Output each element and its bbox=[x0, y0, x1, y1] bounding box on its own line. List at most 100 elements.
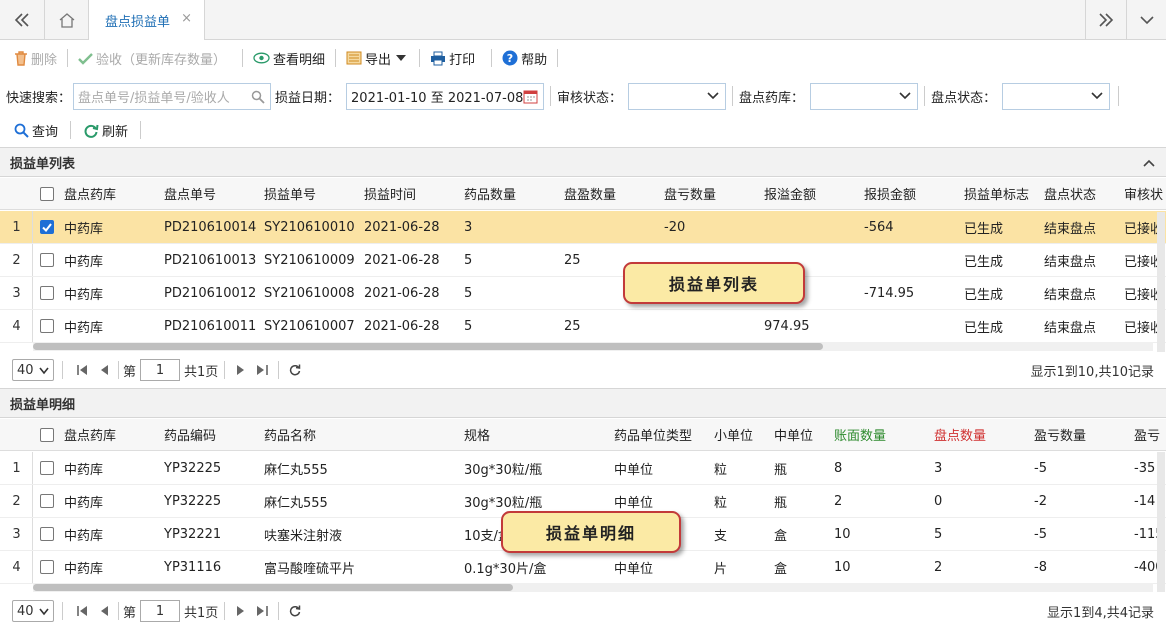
home-tab[interactable] bbox=[45, 0, 88, 39]
row-checkbox[interactable] bbox=[40, 220, 54, 234]
page-number-input[interactable]: 1 bbox=[140, 600, 181, 622]
table-cell bbox=[864, 244, 960, 276]
next-page-button[interactable] bbox=[237, 606, 245, 616]
row-checkbox[interactable] bbox=[40, 253, 54, 267]
reload-button[interactable] bbox=[289, 364, 301, 376]
select-all-cell[interactable] bbox=[40, 178, 54, 209]
table-cell: 5 bbox=[464, 252, 473, 268]
row-checkbox[interactable] bbox=[40, 527, 54, 541]
select-all-checkbox[interactable] bbox=[40, 186, 54, 201]
print-button[interactable]: 打印 bbox=[428, 46, 477, 70]
select-all-checkbox[interactable] bbox=[40, 427, 54, 442]
refresh-button[interactable]: 刷新 bbox=[81, 118, 130, 142]
first-page-button[interactable] bbox=[77, 606, 88, 616]
tab-menu-dropdown-button[interactable] bbox=[1127, 0, 1166, 39]
row-checkbox-cell[interactable] bbox=[40, 551, 54, 583]
last-page-button[interactable] bbox=[257, 606, 269, 616]
delete-button[interactable]: 删除 bbox=[12, 46, 59, 70]
column-header[interactable]: 盘点状态 bbox=[1044, 178, 1122, 209]
table-row[interactable]: 3 中药库 PD210610012 SY210610008 2021-06-28 5 -71… bbox=[0, 277, 1166, 310]
table-row[interactable]: 4 中药库 PD210610011 SY210610007 2021-06-28 5 25 9… bbox=[0, 310, 1166, 343]
column-header[interactable]: 药品编码 bbox=[164, 419, 260, 450]
inventory-status-select[interactable] bbox=[1002, 82, 1111, 110]
table-row[interactable]: 2 中药库 PD210610013 SY210610009 2021-06-28 5 25 已… bbox=[0, 244, 1166, 277]
row-checkbox-cell[interactable] bbox=[40, 277, 54, 309]
collapse-icon[interactable] bbox=[1143, 159, 1155, 167]
list-vertical-scrollbar[interactable] bbox=[1157, 212, 1165, 352]
detail-callout-text: 损益单明细 bbox=[545, 524, 636, 543]
page-size-select[interactable]: 40 bbox=[12, 359, 54, 381]
table-cell: 中单位 bbox=[614, 462, 654, 478]
close-tab-icon[interactable]: × bbox=[181, 11, 192, 26]
first-page-button[interactable] bbox=[77, 365, 88, 375]
scroll-tabs-right-button[interactable] bbox=[1086, 0, 1126, 39]
column-header[interactable]: 损益单标志 bbox=[964, 178, 1042, 209]
column-header[interactable]: 药品单位类型 bbox=[614, 419, 710, 450]
row-checkbox-cell[interactable] bbox=[40, 452, 54, 484]
column-header[interactable]: 损益时间 bbox=[364, 178, 460, 209]
chevron-down-icon bbox=[1091, 91, 1103, 99]
detail-vertical-scrollbar[interactable] bbox=[1157, 452, 1165, 592]
action-bar: 查询 刷新 bbox=[0, 116, 151, 144]
table-cell: 5 bbox=[934, 526, 943, 542]
warehouse-select[interactable] bbox=[810, 82, 919, 110]
quick-search-input[interactable]: 盘点单号/损益单号/验收人 bbox=[73, 82, 272, 110]
detail-scroll-thumb[interactable] bbox=[33, 584, 513, 591]
page-size-select[interactable]: 40 bbox=[12, 600, 54, 622]
column-header[interactable]: 报损金额 bbox=[864, 178, 960, 209]
tab-inventory-loss-profit[interactable]: 盘点损益单 × bbox=[88, 0, 205, 40]
row-checkbox[interactable] bbox=[40, 319, 54, 333]
page-number-input[interactable]: 1 bbox=[140, 359, 181, 381]
list-horizontal-scrollbar[interactable] bbox=[33, 342, 1153, 351]
table-cell: 2 bbox=[834, 493, 843, 509]
row-checkbox[interactable] bbox=[40, 286, 54, 300]
prev-page-icon bbox=[101, 365, 108, 375]
approve-button[interactable]: 验收（更新库存数量） bbox=[76, 46, 228, 70]
row-checkbox-cell[interactable] bbox=[40, 518, 54, 550]
column-header[interactable]: 盘盈数量 bbox=[564, 178, 660, 209]
reload-button[interactable] bbox=[289, 605, 301, 617]
select-all-cell[interactable] bbox=[40, 419, 54, 450]
export-button[interactable]: 导出 bbox=[344, 46, 411, 70]
column-header[interactable]: 药品数量 bbox=[464, 178, 560, 209]
column-header[interactable]: 报溢金额 bbox=[764, 178, 860, 209]
column-header[interactable]: 损益单号 bbox=[264, 178, 360, 209]
column-header[interactable]: 审核状 bbox=[1124, 178, 1164, 209]
audit-status-select[interactable] bbox=[628, 82, 727, 110]
row-checkbox[interactable] bbox=[40, 494, 54, 508]
detail-horizontal-scrollbar[interactable] bbox=[33, 583, 1153, 592]
column-header[interactable]: 盈亏 bbox=[1134, 419, 1164, 450]
column-header[interactable]: 盈亏数量 bbox=[1034, 419, 1130, 450]
column-header[interactable]: 中单位 bbox=[774, 419, 830, 450]
column-header[interactable]: 盘点药库 bbox=[64, 178, 160, 209]
date-range-input[interactable]: 2021-01-10 至 2021-07-08 bbox=[346, 82, 545, 110]
row-checkbox-cell[interactable] bbox=[40, 244, 54, 276]
last-page-button[interactable] bbox=[257, 365, 269, 375]
column-header[interactable]: 盘点数量 bbox=[934, 419, 1030, 450]
column-header[interactable]: 药品名称 bbox=[264, 419, 460, 450]
scroll-tabs-left-button[interactable] bbox=[0, 0, 44, 39]
total-pages-label: 共1页 bbox=[184, 605, 219, 621]
row-checkbox[interactable] bbox=[40, 461, 54, 475]
prev-page-button[interactable] bbox=[100, 606, 108, 616]
column-header[interactable]: 规格 bbox=[464, 419, 610, 450]
column-header[interactable]: 盘亏数量 bbox=[664, 178, 760, 209]
row-checkbox-cell[interactable] bbox=[40, 211, 54, 243]
trash-icon bbox=[15, 50, 27, 66]
row-checkbox-cell[interactable] bbox=[40, 485, 54, 517]
list-scroll-thumb[interactable] bbox=[33, 343, 823, 350]
column-header[interactable]: 账面数量 bbox=[834, 419, 930, 450]
table-row[interactable]: 1 中药库 YP32225 麻仁丸555 30g*30粒/瓶 中单位粒瓶 8 3 -5 -35 bbox=[0, 452, 1166, 485]
column-header[interactable]: 小单位 bbox=[714, 419, 770, 450]
query-button[interactable]: 查询 bbox=[12, 118, 60, 142]
table-row[interactable]: 4 中药库 YP31116 富马酸喹硫平片 0.1g*30片/盒 中单位片盒 10 2 -8 -4… bbox=[0, 551, 1166, 584]
prev-page-button[interactable] bbox=[100, 365, 108, 375]
help-button[interactable]: ? 帮助 bbox=[500, 46, 549, 70]
row-checkbox[interactable] bbox=[40, 560, 54, 574]
view-detail-button[interactable]: 查看明细 bbox=[251, 46, 327, 70]
column-header[interactable]: 盘点单号 bbox=[164, 178, 260, 209]
table-row[interactable]: 1 中药库 PD210610014 SY210610010 2021-06-28 3 -20… bbox=[0, 211, 1166, 244]
column-header[interactable]: 盘点药库 bbox=[64, 419, 160, 450]
row-checkbox-cell[interactable] bbox=[40, 310, 54, 342]
next-page-button[interactable] bbox=[237, 365, 245, 375]
